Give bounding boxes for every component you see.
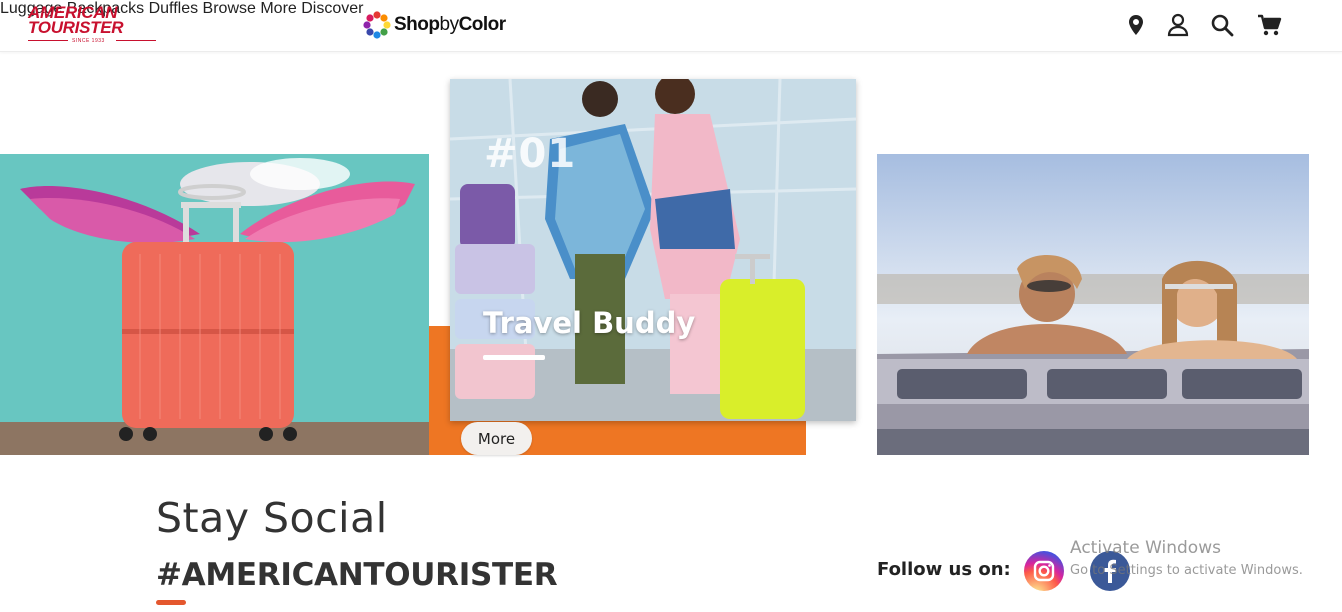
shop-by-color-link[interactable]: Shop by Color	[362, 10, 506, 40]
stay-social-heading: Stay Social	[156, 494, 388, 542]
logo-since: SINCE 1933	[72, 38, 105, 44]
user-icon[interactable]	[1165, 12, 1191, 38]
windows-activation-title: Activate Windows	[1070, 538, 1221, 558]
nav-browse-more[interactable]: Browse More	[203, 0, 297, 17]
windows-activation-subtitle: Go to Settings to activate Windows.	[1070, 563, 1303, 578]
logo-rule-left	[28, 40, 68, 41]
hashtag-underline	[156, 600, 186, 605]
site-header: AMERICAN TOURISTER SINCE 1933 Shop by Co…	[0, 0, 1342, 52]
logo-line-2: TOURISTER	[28, 18, 124, 37]
american-tourister-logo[interactable]: AMERICAN TOURISTER SINCE 1933	[28, 4, 160, 45]
location-pin-icon[interactable]	[1123, 12, 1149, 38]
shop-by-color-text-3: Color	[458, 14, 507, 35]
follow-us-label: Follow us on:	[877, 559, 1011, 580]
winged-suitcase-illustration	[0, 154, 429, 455]
logo-rule-right	[116, 40, 156, 41]
nav-discover[interactable]: Discover	[301, 0, 363, 17]
road-trip-photo	[877, 154, 1309, 455]
color-wheel-icon	[363, 11, 391, 39]
promo-image-winged-suitcase[interactable]	[0, 154, 429, 455]
card-title: Travel Buddy	[483, 306, 696, 340]
cart-icon[interactable]	[1256, 12, 1282, 38]
card-title-underline	[483, 355, 545, 360]
search-icon[interactable]	[1209, 12, 1235, 38]
promo-image-road-trip[interactable]	[877, 154, 1309, 455]
instagram-icon[interactable]	[1024, 551, 1064, 591]
shop-by-color-text-1: Shop	[394, 14, 440, 35]
travel-buddy-card[interactable]: #01 Travel Buddy	[450, 79, 856, 421]
shop-by-color-text-2: by	[439, 14, 460, 35]
hashtag-heading: #AMERICANTOURISTER	[156, 557, 558, 593]
card-number: #01	[484, 131, 577, 177]
more-button[interactable]: More	[461, 422, 532, 455]
